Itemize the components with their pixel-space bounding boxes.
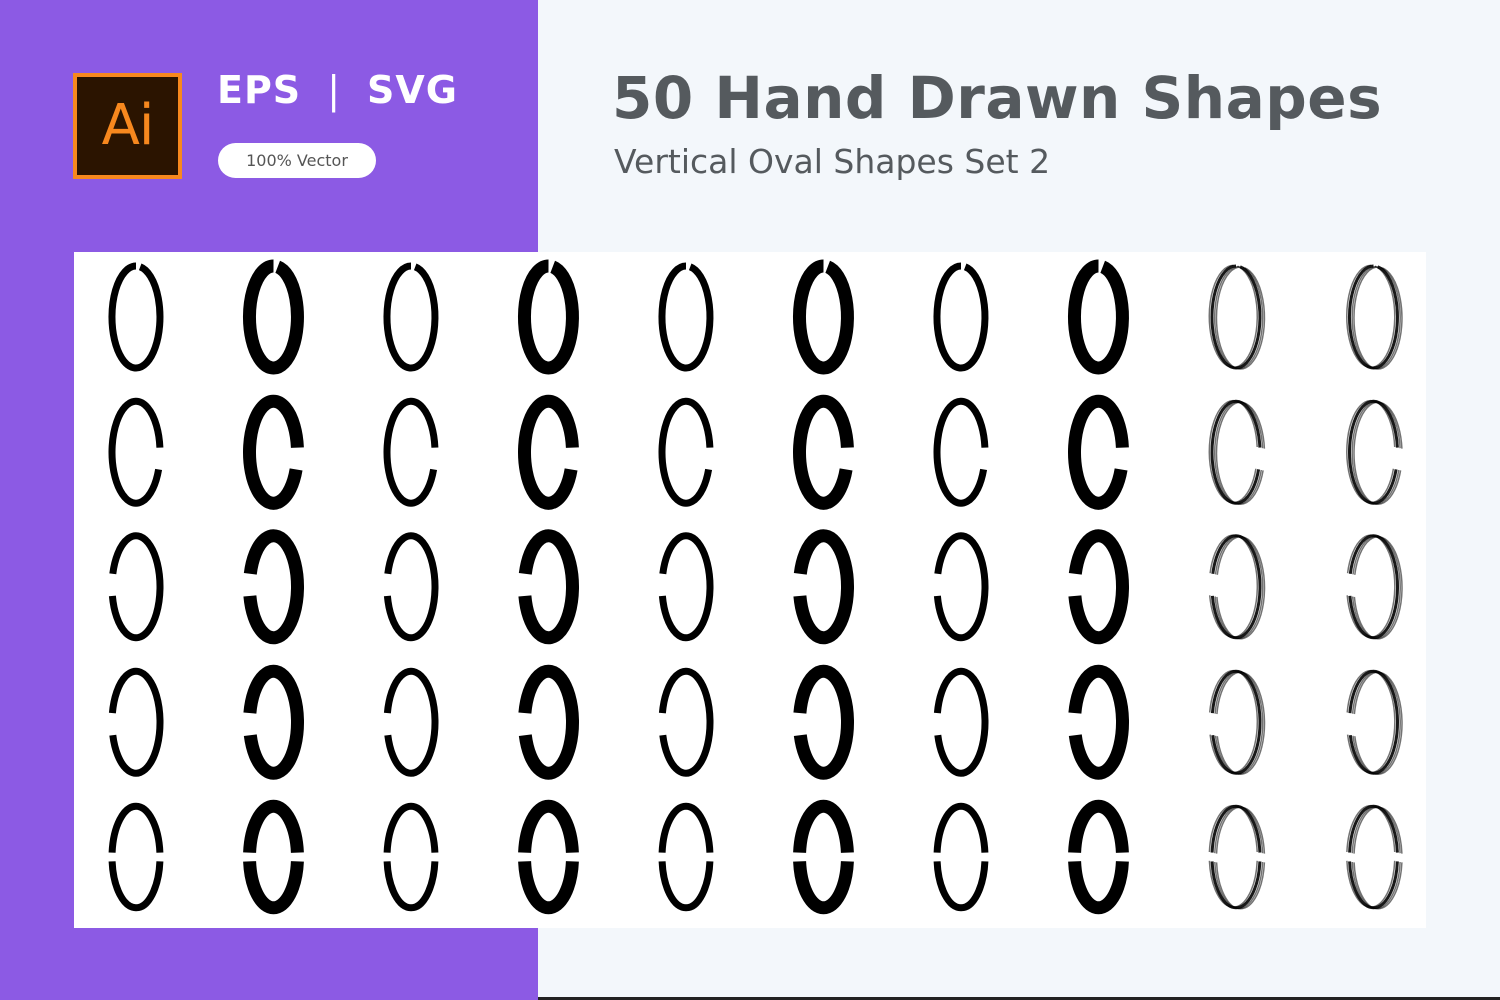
- oval-shape: [792, 259, 854, 375]
- oval-shape: [1208, 399, 1266, 505]
- oval-shape: [1068, 394, 1129, 510]
- oval-shape: [108, 262, 164, 372]
- oval-shape: [933, 532, 989, 642]
- oval-shape: [933, 802, 989, 912]
- oval-shape: [1208, 264, 1266, 370]
- oval-shape: [243, 664, 305, 780]
- oval-shape: [1346, 669, 1403, 775]
- oval-shape: [1068, 799, 1129, 915]
- oval-shape: [518, 529, 580, 645]
- oval-shape: [1346, 804, 1403, 910]
- oval-shape: [793, 529, 855, 645]
- oval-shape: [383, 802, 439, 912]
- oval-shape: [658, 262, 714, 372]
- logo-text: Ai: [101, 93, 155, 158]
- oval-shape: [1346, 399, 1403, 505]
- oval-shape: [933, 667, 989, 777]
- oval-shape: [1068, 529, 1130, 645]
- oval-shape: [1208, 804, 1266, 910]
- oval-shape: [793, 394, 854, 510]
- oval-shape: [108, 667, 164, 777]
- oval-shape: [1067, 259, 1129, 375]
- oval-shape: [243, 394, 304, 510]
- illustrator-logo-icon: Ai: [73, 73, 182, 179]
- oval-shape: [243, 529, 305, 645]
- shapes-grid: [108, 259, 1403, 915]
- oval-shape: [518, 394, 579, 510]
- oval-shape: [658, 532, 714, 642]
- vector-badge: 100% Vector: [218, 143, 376, 178]
- oval-shape: [933, 397, 989, 507]
- oval-shape: [658, 802, 714, 912]
- oval-shape: [383, 532, 439, 642]
- oval-shape: [383, 397, 439, 507]
- oval-shape: [1068, 664, 1130, 780]
- oval-shape: [933, 262, 989, 372]
- oval-shape: [1208, 669, 1266, 775]
- oval-shape: [383, 667, 439, 777]
- oval-shape: [1346, 534, 1403, 640]
- oval-shape: [658, 397, 714, 507]
- oval-shape: [383, 262, 439, 372]
- shapes-card: [74, 252, 1426, 928]
- page-title: 50 Hand Drawn Shapes: [612, 64, 1383, 132]
- oval-shape: [518, 664, 580, 780]
- oval-shape: [108, 802, 164, 912]
- format-eps: EPS: [217, 68, 302, 112]
- page-subtitle: Vertical Oval Shapes Set 2: [614, 142, 1051, 181]
- format-svg: SVG: [367, 68, 458, 112]
- oval-shape: [242, 259, 304, 375]
- oval-shape: [108, 532, 164, 642]
- format-labels: EPS | SVG: [217, 68, 458, 112]
- oval-shape: [108, 397, 164, 507]
- oval-shape: [517, 259, 579, 375]
- oval-shape: [793, 799, 854, 915]
- oval-shape: [1208, 534, 1266, 640]
- oval-shape: [658, 667, 714, 777]
- oval-shape: [243, 799, 304, 915]
- oval-shape: [518, 799, 579, 915]
- format-separator: |: [327, 68, 341, 112]
- oval-shape: [1346, 264, 1403, 370]
- oval-shape: [793, 664, 855, 780]
